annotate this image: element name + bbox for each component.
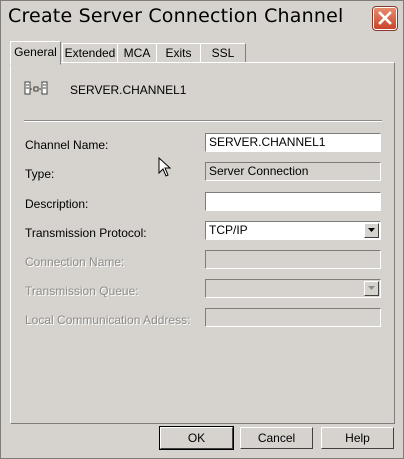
ok-button[interactable]: OK <box>159 426 234 450</box>
channel-name-label: Channel Name: <box>25 138 109 152</box>
local-communication-address-label: Local Communication Address: <box>25 313 191 327</box>
local-communication-address-field <box>205 308 381 327</box>
transmission-protocol-select[interactable]: TCP/IP <box>205 221 381 240</box>
chevron-down-icon <box>368 286 375 290</box>
chevron-down-icon <box>368 228 375 232</box>
channel-icon <box>24 81 48 95</box>
transmission-protocol-value: TCP/IP <box>209 223 248 237</box>
type-label: Type: <box>25 167 55 181</box>
close-icon <box>378 11 392 25</box>
tab-ssl[interactable]: SSL <box>200 43 246 63</box>
transmission-queue-dropdown-button <box>364 281 379 296</box>
tab-exits[interactable]: Exits <box>156 43 201 63</box>
tab-mca[interactable]: MCA <box>117 43 157 63</box>
close-button[interactable] <box>372 6 398 31</box>
header-divider <box>24 120 382 122</box>
tab-extended[interactable]: Extended <box>62 43 118 63</box>
title-bar[interactable]: Create Server Connection Channel <box>1 1 403 35</box>
description-field[interactable] <box>205 192 381 211</box>
button-bar: OK Cancel Help <box>1 423 403 458</box>
transmission-queue-select <box>205 279 381 298</box>
mouse-pointer-icon <box>158 157 172 177</box>
help-button[interactable]: Help <box>321 427 394 449</box>
general-tab-panel: SERVER.CHANNEL1 Channel Name: SERVER.CHA… <box>10 62 395 424</box>
create-channel-dialog: Create Server Connection Channel General… <box>0 0 404 459</box>
channel-heading: SERVER.CHANNEL1 <box>70 83 187 97</box>
description-label: Description: <box>25 197 89 211</box>
transmission-protocol-label: Transmission Protocol: <box>25 226 147 240</box>
transmission-queue-label: Transmission Queue: <box>25 284 139 298</box>
cancel-button[interactable]: Cancel <box>240 427 313 449</box>
transmission-protocol-dropdown-button[interactable] <box>364 223 379 238</box>
connection-name-label: Connection Name: <box>25 255 125 269</box>
channel-name-field[interactable]: SERVER.CHANNEL1 <box>205 133 381 152</box>
window-title: Create Server Connection Channel <box>8 5 344 27</box>
type-field: Server Connection <box>205 162 381 181</box>
tab-general[interactable]: General <box>10 41 61 65</box>
connection-name-field <box>205 250 381 269</box>
